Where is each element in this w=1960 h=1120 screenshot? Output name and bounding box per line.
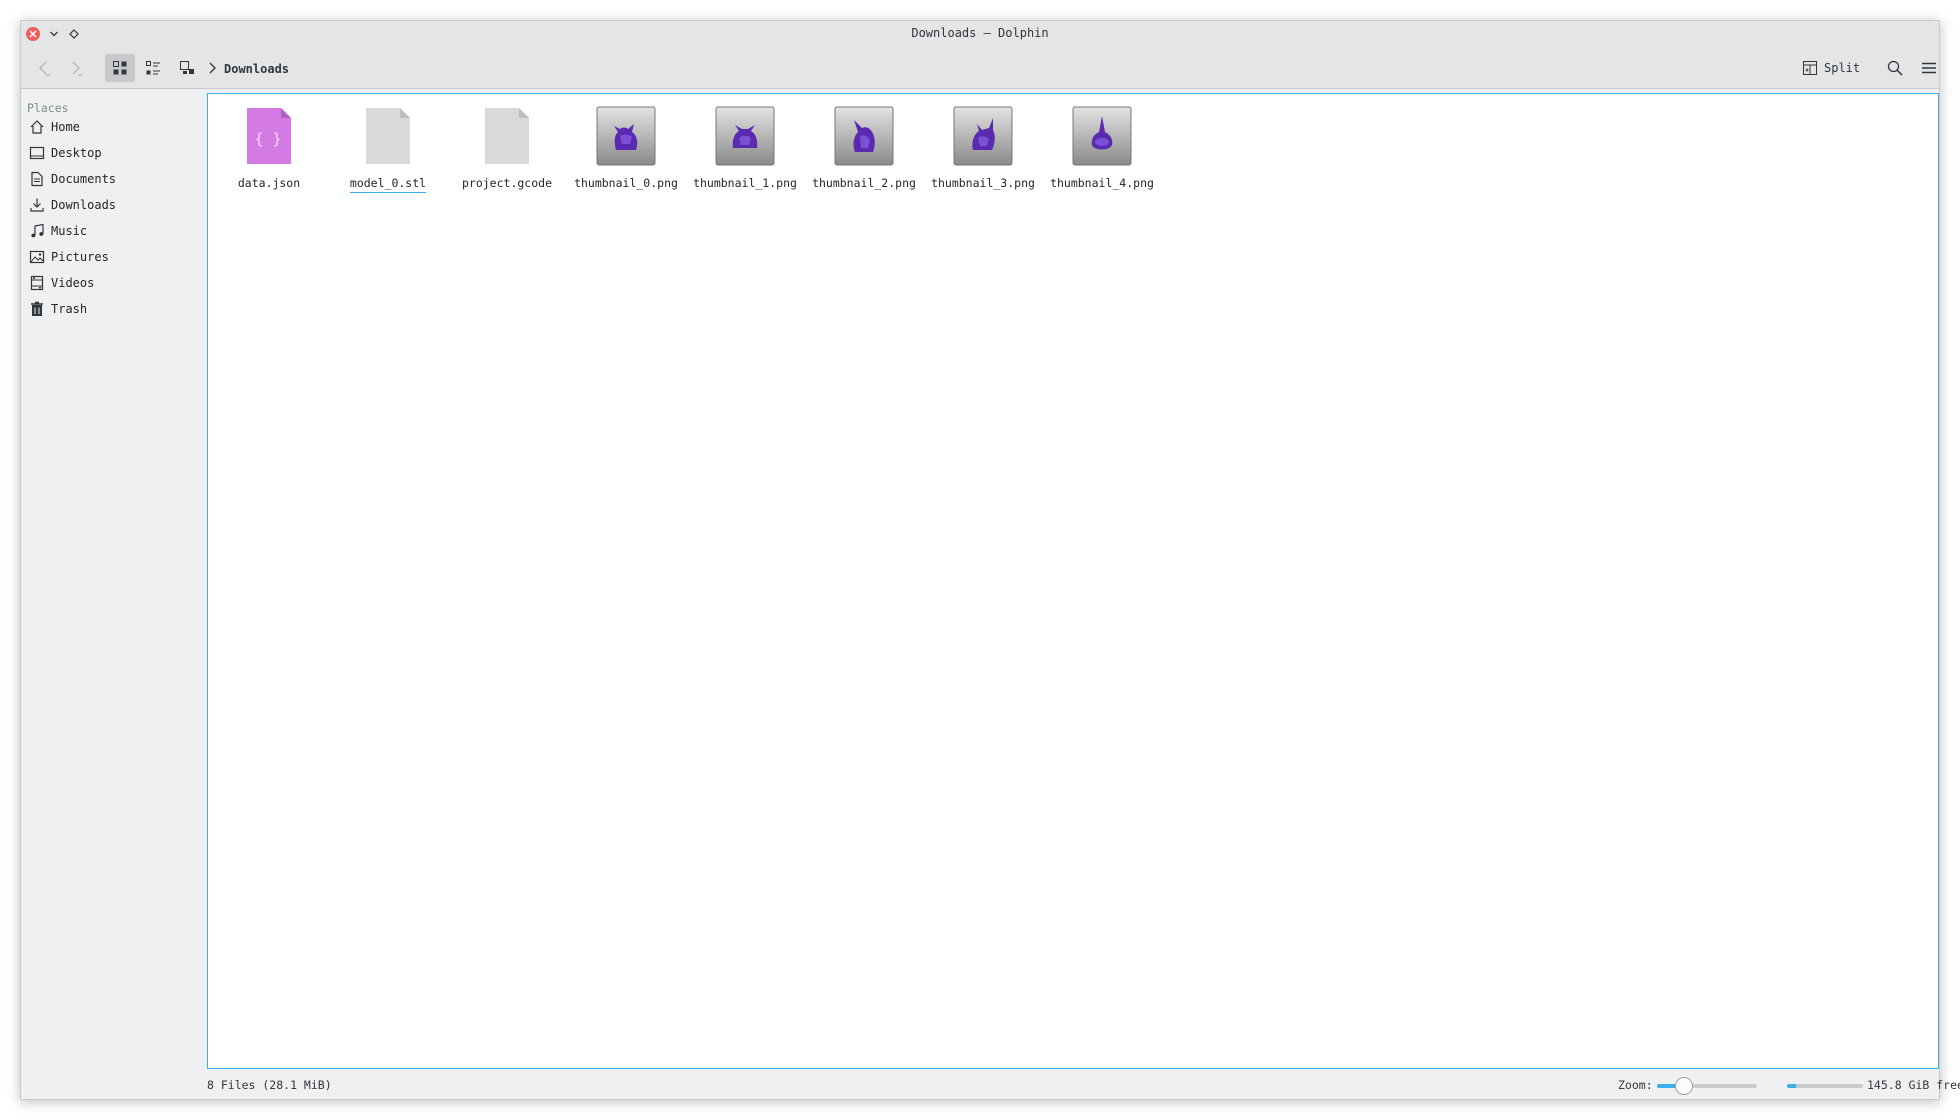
disk-space-fill <box>1787 1084 1797 1088</box>
json-file-icon: { } <box>239 104 299 168</box>
status-summary: 8 Files (28.1 MiB) <box>207 1078 332 1092</box>
file-item-data-json[interactable]: { } data.json <box>211 104 327 190</box>
split-view-icon <box>1803 61 1817 75</box>
hamburger-menu-button[interactable] <box>1915 54 1943 82</box>
file-item-thumbnail-1[interactable]: thumbnail_1.png <box>687 104 803 190</box>
sidebar-item-label: Documents <box>51 172 117 186</box>
desktop-icon <box>29 146 45 160</box>
file-view[interactable]: { } data.json model_0.stl project.gcode … <box>207 93 1939 1069</box>
generic-file-icon <box>477 104 537 168</box>
title-bar: Downloads — Dolphin <box>21 21 1939 47</box>
file-name: thumbnail_3.png <box>931 176 1035 190</box>
sidebar-item-label: Videos <box>51 276 95 290</box>
toolbar: Downloads Split <box>21 47 1939 89</box>
zoom-label: Zoom: <box>1618 1078 1653 1092</box>
details-view-button[interactable] <box>138 54 168 82</box>
window-title: Downloads — Dolphin <box>911 26 1049 40</box>
file-item-project-gcode[interactable]: project.gcode <box>449 104 565 190</box>
compact-view-icon <box>180 61 194 74</box>
sidebar-item-label: Desktop <box>51 146 102 160</box>
file-name: model_0.stl <box>349 176 427 193</box>
file-name: thumbnail_1.png <box>693 176 797 190</box>
compact-view-button[interactable] <box>172 54 202 82</box>
split-label: Split <box>1824 61 1861 75</box>
back-button[interactable] <box>29 54 59 82</box>
sidebar-item-desktop[interactable]: Desktop <box>25 141 201 165</box>
grid-view-icon <box>113 61 127 75</box>
status-bar: 8 Files (28.1 MiB) Zoom: 145.8 GiB free <box>207 1071 1960 1099</box>
sidebar-item-label: Home <box>51 120 80 134</box>
free-space-label: 145.8 GiB free <box>1867 1078 1960 1092</box>
trash-icon <box>31 301 43 316</box>
videos-icon <box>30 275 44 291</box>
icons-view-button[interactable] <box>105 54 135 82</box>
forward-button[interactable] <box>61 54 91 82</box>
forward-arrow-icon <box>72 61 83 77</box>
search-icon <box>1887 60 1903 76</box>
svg-text:{ }: { } <box>254 130 281 148</box>
zoom-slider[interactable] <box>1657 1077 1757 1095</box>
sidebar-item-label: Pictures <box>51 250 109 264</box>
dolphin-window: Downloads — Dolphin Downloads Split Plac… <box>20 20 1960 1100</box>
chevron-right-icon <box>209 62 216 74</box>
file-name: thumbnail_2.png <box>812 176 916 190</box>
places-panel: Places Home Desktop Documents Downloads … <box>21 89 206 1081</box>
sidebar-item-home[interactable]: Home <box>25 115 201 139</box>
image-thumbnail-icon <box>596 104 656 168</box>
places-heading: Places <box>27 101 69 115</box>
music-icon <box>31 223 44 238</box>
image-thumbnail-icon <box>1072 104 1132 168</box>
image-thumbnail-icon <box>953 104 1013 168</box>
breadcrumb-downloads[interactable]: Downloads <box>224 62 289 76</box>
disk-space-bar <box>1787 1084 1863 1088</box>
sidebar-item-pictures[interactable]: Pictures <box>25 245 201 269</box>
sidebar-item-label: Trash <box>51 302 88 316</box>
list-view-icon <box>146 61 160 75</box>
documents-icon <box>31 171 43 187</box>
sidebar-item-documents[interactable]: Documents <box>25 167 201 191</box>
split-button[interactable]: Split <box>1796 54 1866 82</box>
sidebar-item-music[interactable]: Music <box>25 219 201 243</box>
home-icon <box>30 120 44 134</box>
zoom-slider-handle[interactable] <box>1675 1077 1694 1095</box>
sidebar-item-videos[interactable]: Videos <box>25 271 201 295</box>
back-arrow-icon <box>39 61 51 77</box>
file-item-thumbnail-4[interactable]: thumbnail_4.png <box>1044 104 1160 190</box>
file-name: thumbnail_0.png <box>574 176 678 190</box>
generic-file-icon <box>358 104 418 168</box>
downloads-icon <box>30 198 44 212</box>
pictures-icon <box>29 250 45 264</box>
hamburger-menu-icon <box>1922 62 1936 74</box>
image-thumbnail-icon <box>834 104 894 168</box>
file-name: data.json <box>237 176 301 190</box>
file-name: thumbnail_4.png <box>1050 176 1154 190</box>
file-item-thumbnail-0[interactable]: thumbnail_0.png <box>568 104 684 190</box>
sidebar-item-label: Music <box>51 224 88 238</box>
image-thumbnail-icon <box>715 104 775 168</box>
file-name: project.gcode <box>461 176 552 190</box>
sidebar-item-downloads[interactable]: Downloads <box>25 193 201 217</box>
file-item-model-stl[interactable]: model_0.stl <box>330 104 446 193</box>
file-item-thumbnail-2[interactable]: thumbnail_2.png <box>806 104 922 190</box>
search-button[interactable] <box>1881 54 1909 82</box>
sidebar-item-label: Downloads <box>51 198 117 212</box>
file-item-thumbnail-3[interactable]: thumbnail_3.png <box>925 104 1041 190</box>
sidebar-item-trash[interactable]: Trash <box>25 297 201 321</box>
